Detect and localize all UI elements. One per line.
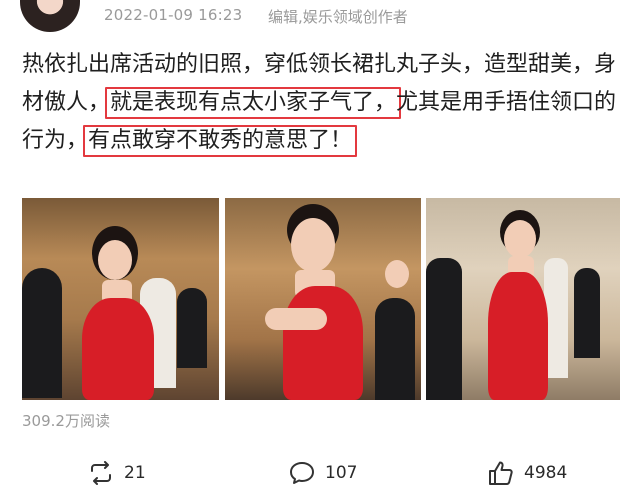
post-text: 热依扎出席活动的旧照，穿低领长裙扎丸子头，造型甜美，身材傲人，就是表现有点太小家… [22, 46, 626, 160]
like-icon [489, 461, 513, 485]
highlight-box-2: 有点敢穿不敢秀的意思了！ [83, 125, 358, 157]
post-header: 2022-01-09 16:23 编辑,娱乐领域创作者 [0, 0, 640, 36]
avatar[interactable] [20, 0, 80, 32]
repost-count: 21 [124, 463, 146, 483]
author-source: 编辑,娱乐领域创作者 [268, 8, 408, 26]
like-count: 4984 [524, 463, 568, 483]
comment-count: 107 [325, 463, 358, 483]
repost-button[interactable]: 21 [88, 460, 146, 486]
repost-icon [91, 461, 111, 485]
post-photo-2[interactable] [225, 198, 421, 400]
post-photo-3[interactable] [426, 198, 620, 400]
post-photo-1[interactable] [22, 198, 219, 400]
highlight-box-1: 就是表现有点太小家子气了， [105, 87, 402, 119]
action-bar: 21 107 4984 [0, 452, 640, 492]
post-timestamp: 2022-01-09 16:23 [104, 6, 243, 24]
like-button[interactable]: 4984 [488, 460, 567, 486]
view-count: 309.2万阅读 [22, 412, 110, 430]
photo-grid [22, 198, 620, 400]
comment-button[interactable]: 107 [289, 460, 357, 486]
comment-icon [290, 462, 314, 484]
